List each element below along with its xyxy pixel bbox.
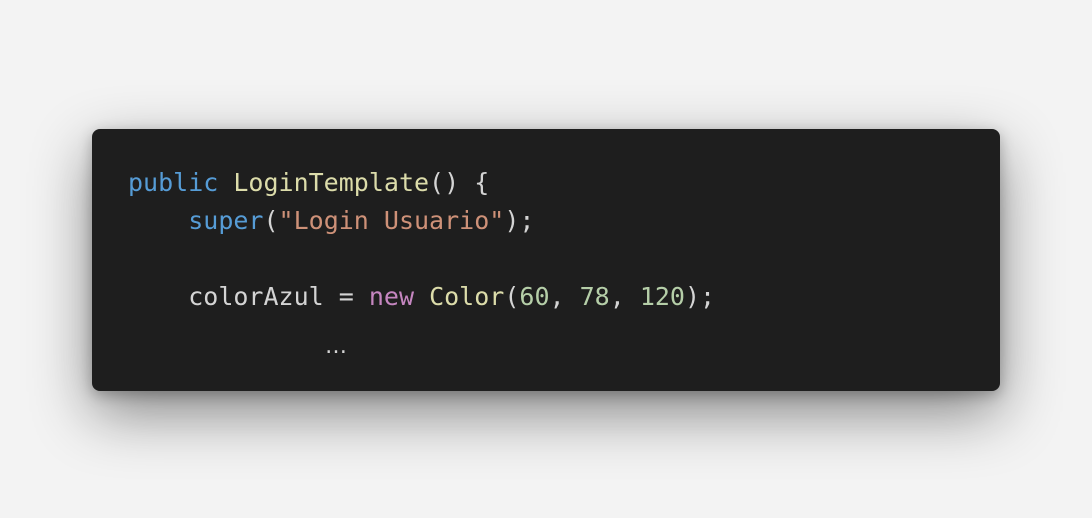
string-literal: "Login Usuario" [278, 206, 505, 235]
number-literal-2: 78 [579, 282, 610, 311]
number-literal-3: 120 [639, 282, 685, 311]
public-keyword: public [128, 168, 219, 197]
code-line-4: colorAzul = new Color(60, 78, 120); [188, 282, 716, 311]
code-line-2: super("Login Usuario"); [188, 206, 535, 235]
number-literal-1: 60 [519, 282, 550, 311]
type-name: Color [429, 282, 505, 311]
super-keyword: super [188, 206, 264, 235]
new-keyword: new [368, 282, 414, 311]
ellipsis: … [325, 334, 347, 359]
constructor-parens: () { [429, 168, 490, 197]
constructor-name: LoginTemplate [233, 168, 430, 197]
code-line-1: public LoginTemplate() { [128, 164, 1000, 202]
code-snippet-card: public LoginTemplate() { super("Login Us… [92, 129, 1000, 391]
variable-name: colorAzul [188, 282, 324, 311]
